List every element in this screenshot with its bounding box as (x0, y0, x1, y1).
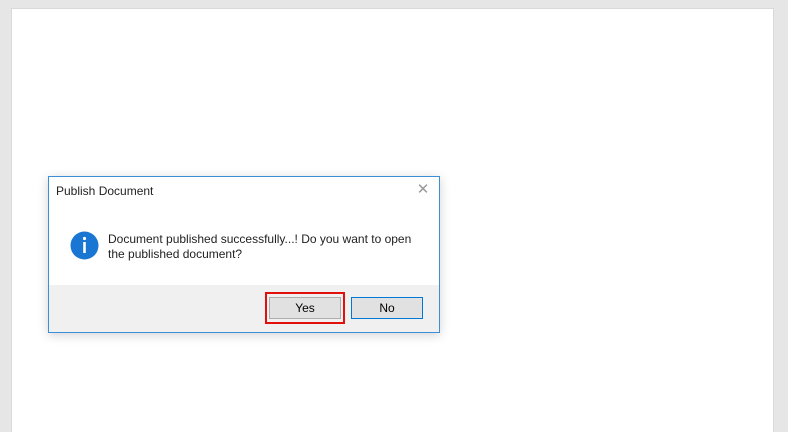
yes-button[interactable]: Yes (269, 297, 341, 319)
close-icon[interactable]: ✕ (415, 182, 431, 198)
dialog-title-bar: Publish Document ✕ (49, 177, 439, 204)
publish-dialog: Publish Document ✕ Document published su… (48, 176, 440, 333)
dialog-button-bar: Yes No (49, 285, 439, 332)
dialog-content: Document published successfully...! Do y… (49, 204, 439, 286)
dialog-title: Publish Document (56, 184, 154, 198)
no-button[interactable]: No (351, 297, 423, 319)
dialog-message: Document published successfully...! Do y… (108, 232, 412, 261)
info-icon (70, 231, 99, 260)
